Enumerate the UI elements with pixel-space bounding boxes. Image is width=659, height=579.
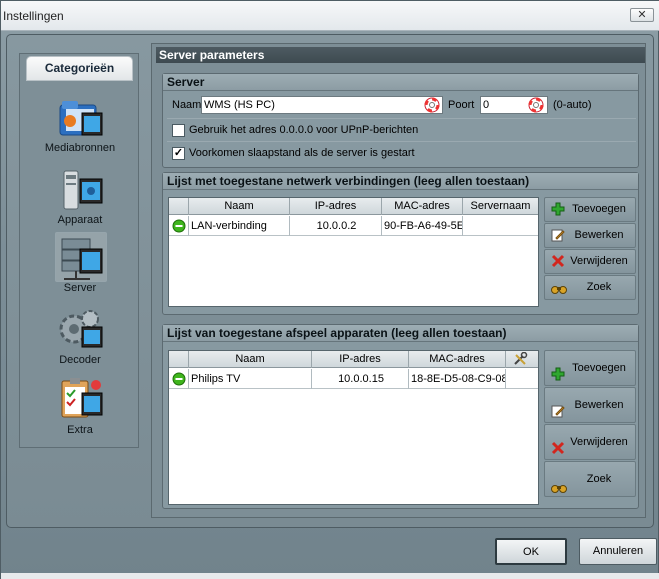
upnp-checkbox[interactable]: [172, 124, 185, 137]
server-name-row: Naam WMS (HS PC) Poort 0 (0-auto): [167, 93, 636, 115]
ip-cell: 10.0.0.15: [312, 369, 409, 389]
table-row[interactable]: Philips TV 10.0.0.15 18-8E-D5-08-C9-08: [169, 369, 538, 389]
column-header-name[interactable]: Naam: [189, 351, 312, 368]
extra-clipboard-icon: [55, 374, 107, 424]
sidebar-item-apparaat[interactable]: Apparaat: [20, 164, 140, 234]
network-table[interactable]: Naam IP-adres MAC-adres Servernaam LAN-v…: [168, 197, 539, 307]
table-row[interactable]: LAN-verbinding 10.0.0.2 90-FB-A6-49-5E: [169, 216, 538, 236]
status-bar: [1, 573, 659, 579]
sleep-checkbox-label: Voorkomen slaapstand als de server is ge…: [189, 147, 415, 159]
decoder-gear-icon: [55, 304, 107, 354]
plus-icon: [551, 202, 565, 225]
network-group-title: Lijst met toegestane netwerk verbindinge…: [163, 173, 638, 190]
cancel-button[interactable]: Annuleren: [579, 538, 657, 565]
tools-cell: [506, 369, 538, 389]
sidebar-header: Categorieën: [26, 56, 133, 81]
column-header-mac[interactable]: MAC-adres: [382, 198, 463, 215]
connected-status-icon: [172, 219, 186, 233]
mac-cell: 18-8E-D5-08-C9-08: [409, 369, 506, 389]
devices-search-button[interactable]: Zoek: [544, 461, 636, 497]
name-cell: LAN-verbinding: [189, 216, 290, 236]
sidebar-item-decoder[interactable]: Decoder: [20, 304, 140, 374]
server-name-input[interactable]: WMS (HS PC): [201, 96, 443, 114]
close-button[interactable]: ✕: [630, 8, 654, 22]
device-icon: [55, 164, 107, 214]
table-header: Naam IP-adres MAC-adres: [169, 351, 538, 368]
port-label: Poort: [448, 99, 475, 111]
network-search-button[interactable]: Zoek: [544, 275, 636, 300]
column-header-mac[interactable]: MAC-adres: [409, 351, 506, 368]
column-header-status: [169, 198, 189, 215]
mac-cell: 90-FB-A6-49-5E: [382, 216, 463, 236]
column-header-tools[interactable]: [506, 351, 538, 368]
title-bar: Instellingen ✕: [1, 1, 659, 31]
sidebar-item-label: Apparaat: [57, 214, 103, 226]
column-header-ip[interactable]: IP-adres: [312, 351, 409, 368]
column-header-status: [169, 351, 189, 368]
status-cell: [169, 216, 189, 236]
devices-edit-button[interactable]: Bewerken: [544, 387, 636, 423]
button-label: Toevoegen: [572, 362, 626, 374]
sidebar-item-server[interactable]: Server: [20, 232, 140, 302]
name-cell: Philips TV: [189, 369, 312, 389]
edit-icon: [551, 228, 565, 251]
server-group: Server Naam WMS (HS PC) Poort 0 (0-auto): [162, 73, 639, 168]
category-sidebar: Categorieën Mediabronnen Apparaat Server…: [19, 53, 139, 448]
network-add-button[interactable]: Toevoegen: [544, 197, 636, 222]
ok-button[interactable]: OK: [495, 538, 567, 565]
network-buttons: Toevoegen Bewerken Verwijderen Zoek: [544, 197, 636, 307]
column-header-servername[interactable]: Servernaam: [463, 198, 538, 215]
port-hint: (0-auto): [553, 99, 592, 111]
page-title: Server parameters: [156, 47, 645, 63]
ip-cell: 10.0.0.2: [290, 216, 382, 236]
button-label: Toevoegen: [572, 203, 626, 215]
sleep-checkbox[interactable]: ✓: [172, 147, 185, 160]
devices-delete-button[interactable]: Verwijderen: [544, 424, 636, 460]
button-label: Zoek: [586, 473, 612, 485]
network-delete-button[interactable]: Verwijderen: [544, 249, 636, 274]
column-header-name[interactable]: Naam: [189, 198, 290, 215]
devices-buttons: Toevoegen Bewerken Verwijderen Zoek: [544, 350, 636, 502]
button-label: Bewerken: [574, 399, 624, 411]
sleep-row: ✓ Voorkomen slaapstand als de server is …: [167, 141, 636, 163]
servername-cell: [463, 216, 538, 236]
devices-group-title: Lijst van toegestane afspeel apparaten (…: [163, 325, 638, 342]
name-label: Naam: [172, 99, 202, 111]
window-title: Instellingen: [3, 9, 64, 23]
media-folder-icon: [55, 92, 107, 142]
server-icon: [55, 232, 107, 282]
upnp-checkbox-label: Gebruik het adres 0.0.0.0 voor UPnP-beri…: [189, 124, 419, 136]
button-label: Bewerken: [574, 229, 624, 241]
settings-window: Instellingen ✕ Categorieën Mediabronnen: [0, 0, 659, 579]
devices-add-button[interactable]: Toevoegen: [544, 350, 636, 386]
server-group-title: Server: [163, 74, 638, 91]
upnp-row: Gebruik het adres 0.0.0.0 voor UPnP-beri…: [167, 118, 636, 140]
network-edit-button[interactable]: Bewerken: [544, 223, 636, 248]
lifebuoy-icon[interactable]: [528, 97, 544, 113]
button-label: Verwijderen: [570, 436, 628, 448]
tools-icon: [514, 351, 528, 365]
sidebar-item-mediabronnen[interactable]: Mediabronnen: [20, 92, 140, 162]
delete-x-icon: [551, 254, 565, 277]
sidebar-item-extra[interactable]: Extra: [20, 374, 140, 444]
lifebuoy-icon[interactable]: [424, 97, 440, 113]
devices-group: Lijst van toegestane afspeel apparaten (…: [162, 324, 639, 509]
main-content: Server parameters Server Naam WMS (HS PC…: [151, 43, 646, 518]
table-header: Naam IP-adres MAC-adres Servernaam: [169, 198, 538, 215]
connected-status-icon: [172, 372, 186, 386]
sidebar-item-label: Mediabronnen: [44, 142, 116, 154]
status-cell: [169, 369, 189, 389]
sidebar-item-label: Decoder: [59, 354, 101, 366]
button-label: Zoek: [586, 281, 612, 293]
button-label: Verwijderen: [570, 255, 628, 267]
devices-table[interactable]: Naam IP-adres MAC-adres Philips TV 10.0.…: [168, 350, 539, 505]
network-group: Lijst met toegestane netwerk verbindinge…: [162, 172, 639, 315]
sidebar-item-label: Extra: [67, 424, 93, 436]
sidebar-item-label: Server: [63, 282, 97, 294]
column-header-ip[interactable]: IP-adres: [290, 198, 382, 215]
